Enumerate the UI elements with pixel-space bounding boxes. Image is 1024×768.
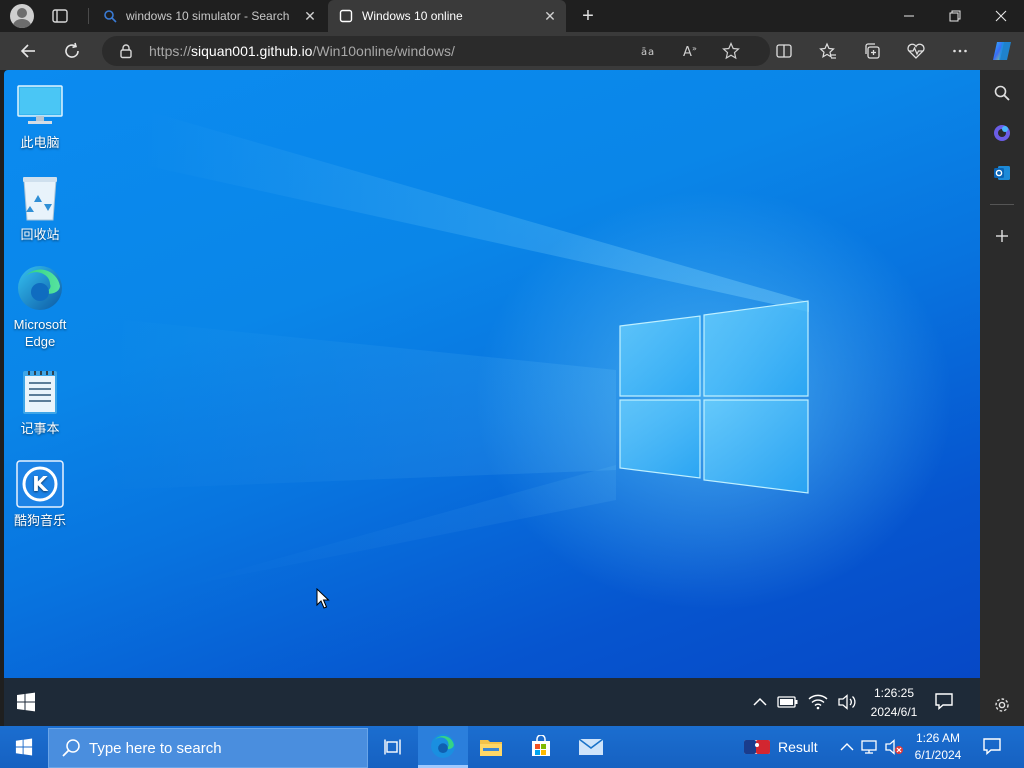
outlook-icon[interactable] <box>991 162 1013 184</box>
desktop-icon-notepad[interactable]: 记事本 <box>4 368 76 437</box>
page-icon <box>338 8 354 24</box>
notification-icon[interactable] <box>934 692 956 712</box>
favorites-icon[interactable] <box>816 39 840 63</box>
clock-time: 1:26 AM <box>915 731 961 745</box>
browser-tab-strip: windows 10 simulator - Search ✕ Windows … <box>0 0 1024 32</box>
tab-search[interactable]: windows 10 simulator - Search ✕ <box>92 0 326 32</box>
notification-icon[interactable] <box>982 737 1004 757</box>
weather-widget[interactable]: Result <box>744 726 818 768</box>
settings-gear-icon[interactable] <box>991 694 1013 716</box>
more-menu-icon[interactable] <box>948 39 972 63</box>
simulated-clock[interactable]: 1:26:25 2024/6/1 <box>862 684 926 722</box>
taskbar-edge-icon[interactable] <box>418 726 468 768</box>
tab-title: Windows 10 online <box>362 9 463 23</box>
tab-separator <box>88 8 89 24</box>
desktop-icon-label: 此电脑 <box>20 135 60 150</box>
search-icon <box>61 738 81 758</box>
simulated-taskbar: 1:26:25 2024/6/1 <box>4 678 980 726</box>
browser-toolbar: https://siquan001.github.io/Win10online/… <box>0 32 1024 70</box>
search-icon[interactable] <box>991 82 1013 104</box>
mail-icon[interactable] <box>566 726 616 768</box>
add-icon[interactable] <box>991 225 1013 247</box>
svg-text:ā: ā <box>641 47 647 58</box>
mlb-logo-icon <box>744 740 770 754</box>
clock-date: 2024/6/1 <box>870 705 918 719</box>
volume-muted-icon[interactable] <box>884 737 904 757</box>
svg-text:a: a <box>648 47 654 58</box>
url-host: siquan001.github.io <box>191 43 313 59</box>
mouse-cursor-icon <box>316 588 330 609</box>
web-content: 此电脑 回收站 Microsoft Edge 记事本 K 酷狗音乐 1:26:2… <box>4 70 980 726</box>
chevron-up-icon[interactable] <box>837 737 857 757</box>
host-taskbar: Type here to search Result 1:26 AM 6/1/2… <box>0 726 1024 768</box>
search-icon <box>102 8 118 24</box>
back-button[interactable] <box>16 39 40 63</box>
browser-essentials-icon[interactable] <box>904 39 928 63</box>
clock-time: 1:26:25 <box>873 686 915 700</box>
edge-icon <box>16 264 64 312</box>
svg-text:K: K <box>32 472 49 496</box>
minimize-button[interactable] <box>886 0 932 32</box>
svg-text:A: A <box>683 45 692 60</box>
recycle-bin-icon <box>16 174 64 222</box>
monitor-icon <box>16 82 64 130</box>
network-icon[interactable] <box>860 737 880 757</box>
collections-icon[interactable] <box>860 39 884 63</box>
close-tab-icon[interactable]: ✕ <box>302 8 318 24</box>
favorite-star-icon[interactable] <box>722 42 740 60</box>
desktop-icon-this-pc[interactable]: 此电脑 <box>4 82 76 151</box>
read-aloud-icon[interactable]: A» <box>682 42 700 60</box>
desktop-icon-label: 回收站 <box>20 227 60 242</box>
browser-sidebar <box>980 70 1024 726</box>
clock-date: 6/1/2024 <box>914 748 962 762</box>
tab-windows-10-online[interactable]: Windows 10 online ✕ <box>328 0 566 32</box>
desktop-icon-label: 记事本 <box>20 421 60 436</box>
profile-avatar[interactable] <box>10 4 34 28</box>
copilot-icon[interactable] <box>990 39 1014 63</box>
search-placeholder: Type here to search <box>89 739 222 757</box>
url-path: /Win10online/windows/ <box>312 43 455 59</box>
weather-label: Result <box>778 739 818 755</box>
address-bar[interactable]: https://siquan001.github.io/Win10online/… <box>102 36 770 66</box>
simulated-desktop[interactable]: 此电脑 回收站 Microsoft Edge 记事本 K 酷狗音乐 <box>4 70 980 678</box>
notepad-icon <box>16 368 64 416</box>
task-view-icon[interactable] <box>368 726 418 768</box>
close-tab-icon[interactable]: ✕ <box>542 8 558 24</box>
copilot-sidebar-icon[interactable] <box>991 122 1013 144</box>
microsoft-store-icon[interactable] <box>516 726 566 768</box>
translate-icon[interactable]: āa <box>640 42 658 60</box>
file-explorer-icon[interactable] <box>466 726 516 768</box>
tab-title: windows 10 simulator - Search <box>126 9 290 23</box>
sidebar-divider <box>990 204 1014 205</box>
refresh-button[interactable] <box>60 39 84 63</box>
battery-icon[interactable] <box>777 692 799 712</box>
url-prefix: https:// <box>149 43 192 59</box>
restore-button[interactable] <box>932 0 978 32</box>
desktop-icon-label: 酷狗音乐 <box>13 513 66 528</box>
desktop-icon-microsoft-edge[interactable]: Microsoft Edge <box>4 264 76 350</box>
new-tab-button[interactable]: + <box>578 6 598 26</box>
close-window-button[interactable] <box>978 0 1024 32</box>
url-text[interactable]: https://siquan001.github.io/Win10online/… <box>149 43 455 59</box>
lock-icon[interactable] <box>118 43 134 59</box>
volume-icon[interactable] <box>836 692 858 712</box>
split-screen-icon[interactable] <box>772 39 796 63</box>
kugou-icon: K <box>16 460 64 508</box>
wifi-icon[interactable] <box>807 692 829 712</box>
desktop-icon-label: Microsoft Edge <box>13 317 67 349</box>
chevron-up-icon[interactable] <box>749 692 771 712</box>
taskbar-search-box[interactable]: Type here to search <box>48 728 368 768</box>
tab-actions-icon[interactable] <box>50 6 70 26</box>
windows-start-icon[interactable] <box>0 726 48 768</box>
host-clock[interactable]: 1:26 AM 6/1/2024 <box>906 730 970 764</box>
desktop-icon-recycle-bin[interactable]: 回收站 <box>4 174 76 243</box>
windows-logo-wallpaper <box>104 110 809 590</box>
svg-text:»: » <box>692 44 697 53</box>
windows-start-icon[interactable] <box>16 692 38 714</box>
desktop-icon-kugou-music[interactable]: K 酷狗音乐 <box>4 460 76 529</box>
